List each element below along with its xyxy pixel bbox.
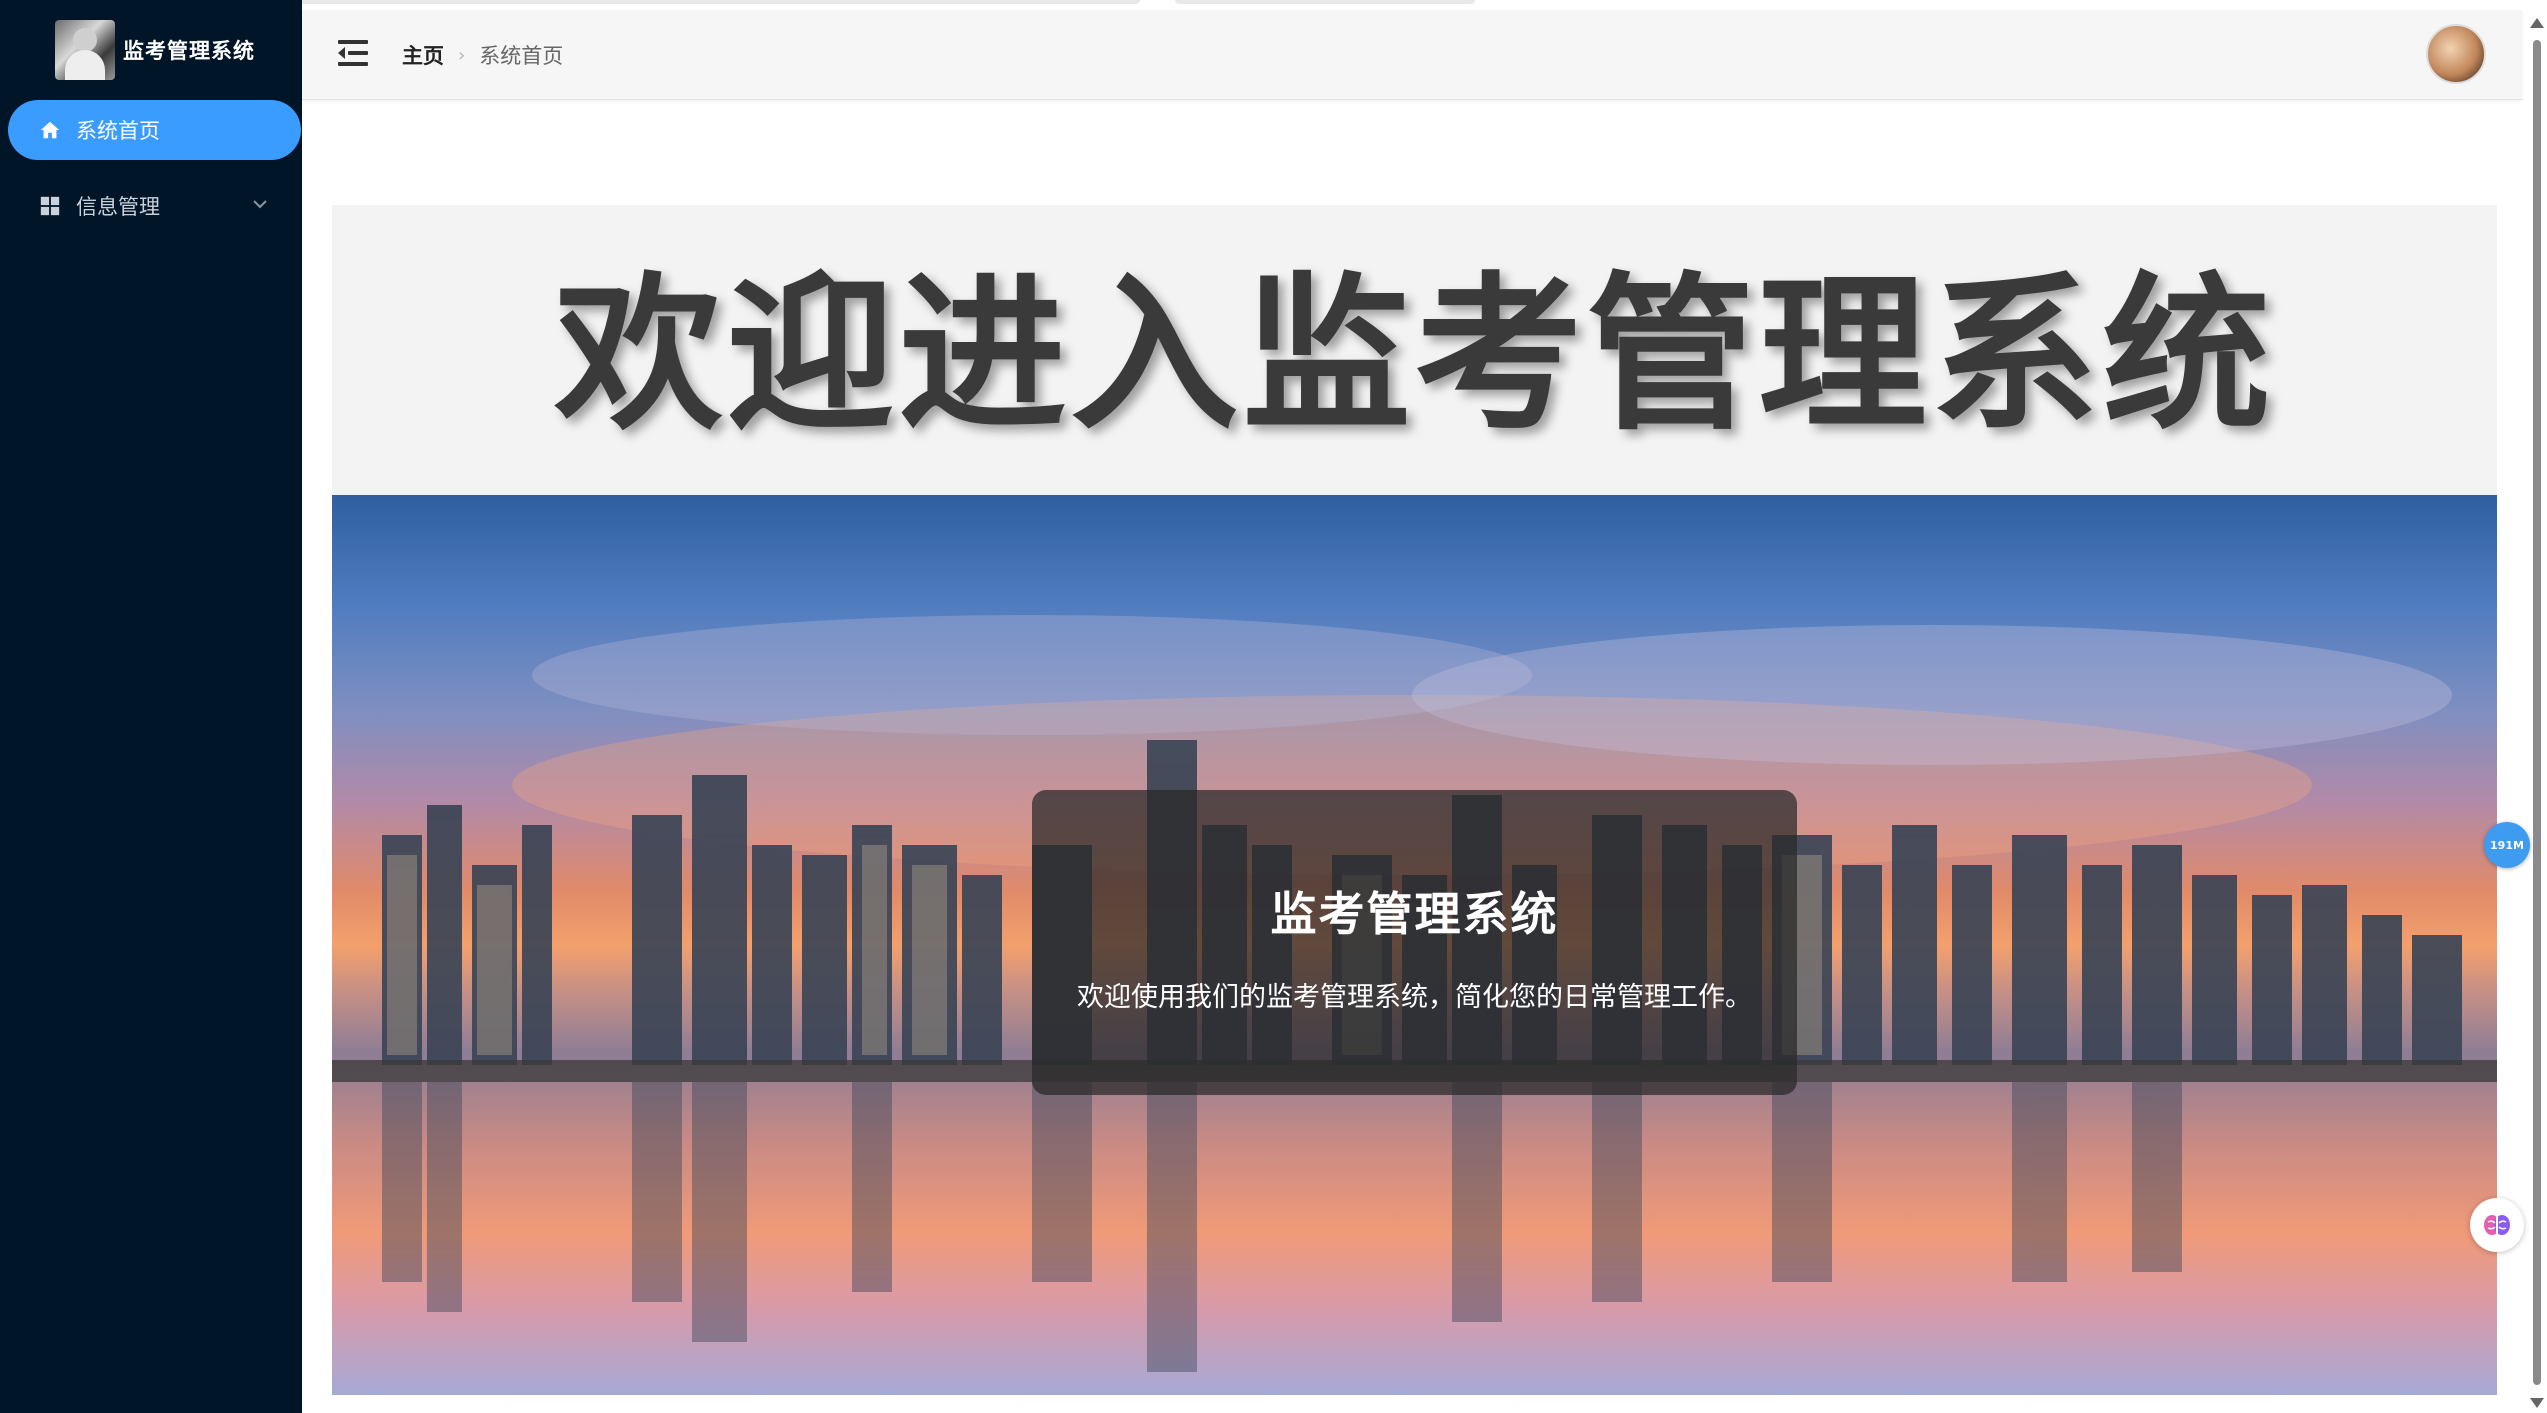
top-tab-hint <box>160 0 1140 4</box>
brand-title: 监考管理系统 <box>123 39 255 63</box>
chevron-right-icon: › <box>458 44 466 66</box>
chevron-down-icon <box>252 194 268 215</box>
top-header: 主页 › 系统首页 <box>302 10 2522 100</box>
hero-image: 监考管理系统 欢迎使用我们的监考管理系统，简化您的日常管理工作。 <box>332 495 2497 1395</box>
breadcrumb: 主页 › 系统首页 <box>402 40 563 70</box>
brand-logo <box>55 20 115 80</box>
memory-badge[interactable]: 191M <box>2484 822 2530 868</box>
brain-icon[interactable] <box>2470 1198 2524 1252</box>
sidebar-item-label: 信息管理 <box>76 195 160 219</box>
welcome-title: 欢迎进入监考管理系统 <box>554 257 2275 453</box>
sidebar-item-label: 系统首页 <box>76 119 160 143</box>
sidebar-item-home[interactable]: 系统首页 <box>8 100 301 160</box>
breadcrumb-home[interactable]: 主页 <box>402 40 444 70</box>
page-scrollbar[interactable] <box>2533 40 2541 1385</box>
intro-card: 监考管理系统 欢迎使用我们的监考管理系统，简化您的日常管理工作。 <box>1032 790 1797 1095</box>
grid-icon <box>38 194 62 218</box>
scroll-up-arrow[interactable] <box>2530 18 2544 28</box>
welcome-banner: 欢迎进入监考管理系统 <box>332 205 2497 495</box>
top-tab-hint <box>1175 0 1475 4</box>
brand: 监考管理系统 <box>0 0 302 100</box>
scroll-down-arrow[interactable] <box>2530 1398 2544 1408</box>
breadcrumb-current: 系统首页 <box>479 44 564 68</box>
card-subtitle: 欢迎使用我们的监考管理系统，简化您的日常管理工作。 <box>1077 982 1752 1013</box>
card-title: 监考管理系统 <box>1270 887 1559 941</box>
home-icon <box>38 118 62 142</box>
user-avatar[interactable] <box>2426 24 2486 84</box>
sidebar: 监考管理系统 系统首页 信息管理 <box>0 0 302 1413</box>
sidebar-item-info-management[interactable]: 信息管理 <box>8 176 302 236</box>
menu-toggle-icon[interactable] <box>338 40 368 66</box>
